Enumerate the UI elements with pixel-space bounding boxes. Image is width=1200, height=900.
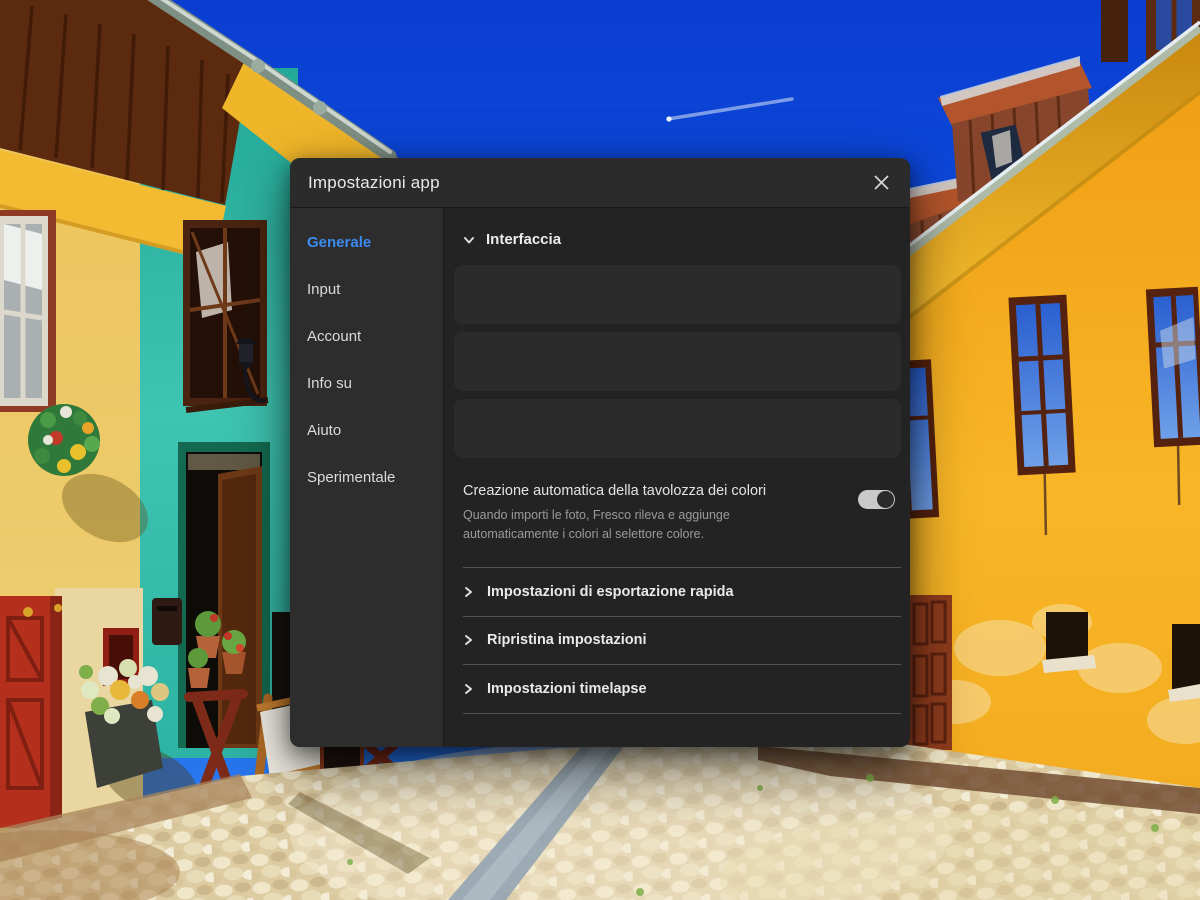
section-row-ripristina[interactable]: Ripristina impostazioni (463, 617, 901, 665)
auto-palette-description: Quando importi le foto, Fresco rileva e … (463, 508, 730, 541)
close-button[interactable] (866, 168, 896, 198)
auto-palette-label: Creazione automatica della tavolozza dei… (463, 483, 767, 499)
section-label: Interfaccia (486, 231, 562, 248)
section-header-interfaccia[interactable]: Interfaccia (454, 231, 901, 248)
section-row-label: Ripristina impostazioni (487, 632, 647, 649)
toggle-knob (877, 491, 894, 508)
chevron-right-icon (465, 683, 472, 694)
auto-palette-texts: Creazione automatica della tavolozza dei… (463, 483, 858, 544)
chevron-down-icon (464, 236, 474, 243)
app-settings-dialog: Impostazioni app Generale Input Account … (290, 158, 910, 747)
settings-placeholder-card[interactable] (454, 399, 901, 458)
section-row-label: Impostazioni di esportazione rapida (487, 583, 734, 600)
dialog-title: Impostazioni app (308, 172, 440, 192)
dialog-body: Generale Input Account Info su Aiuto Spe… (290, 208, 910, 747)
screenshot-root: Impostazioni app Generale Input Account … (0, 0, 1200, 900)
close-icon (873, 175, 889, 190)
collapsed-sections-list: Impostazioni di esportazione rapida Ripr… (463, 567, 901, 714)
settings-placeholder-card[interactable] (454, 332, 901, 391)
sidebar-item-aiuto[interactable]: Aiuto (290, 407, 443, 454)
sidebar-item-generale[interactable]: Generale (290, 219, 443, 266)
sidebar-item-account[interactable]: Account (290, 313, 443, 360)
auto-palette-toggle[interactable] (858, 490, 895, 509)
settings-main-panel: Interfaccia Creazione automatica della t… (444, 208, 910, 747)
section-row-label: Impostazioni timelapse (487, 680, 647, 697)
sidebar-item-info-su[interactable]: Info su (290, 360, 443, 407)
chevron-right-icon (465, 635, 472, 646)
settings-placeholder-card[interactable] (454, 265, 901, 324)
section-row-esportazione-rapida[interactable]: Impostazioni di esportazione rapida (463, 568, 901, 617)
auto-palette-setting-row: Creazione automatica della tavolozza dei… (454, 483, 901, 544)
section-row-timelapse[interactable]: Impostazioni timelapse (463, 665, 901, 714)
dialog-titlebar: Impostazioni app (290, 158, 910, 208)
sidebar-item-sperimentale[interactable]: Sperimentale (290, 454, 443, 501)
chevron-right-icon (465, 586, 472, 597)
sidebar-item-input[interactable]: Input (290, 266, 443, 313)
settings-sidebar: Generale Input Account Info su Aiuto Spe… (290, 208, 444, 747)
